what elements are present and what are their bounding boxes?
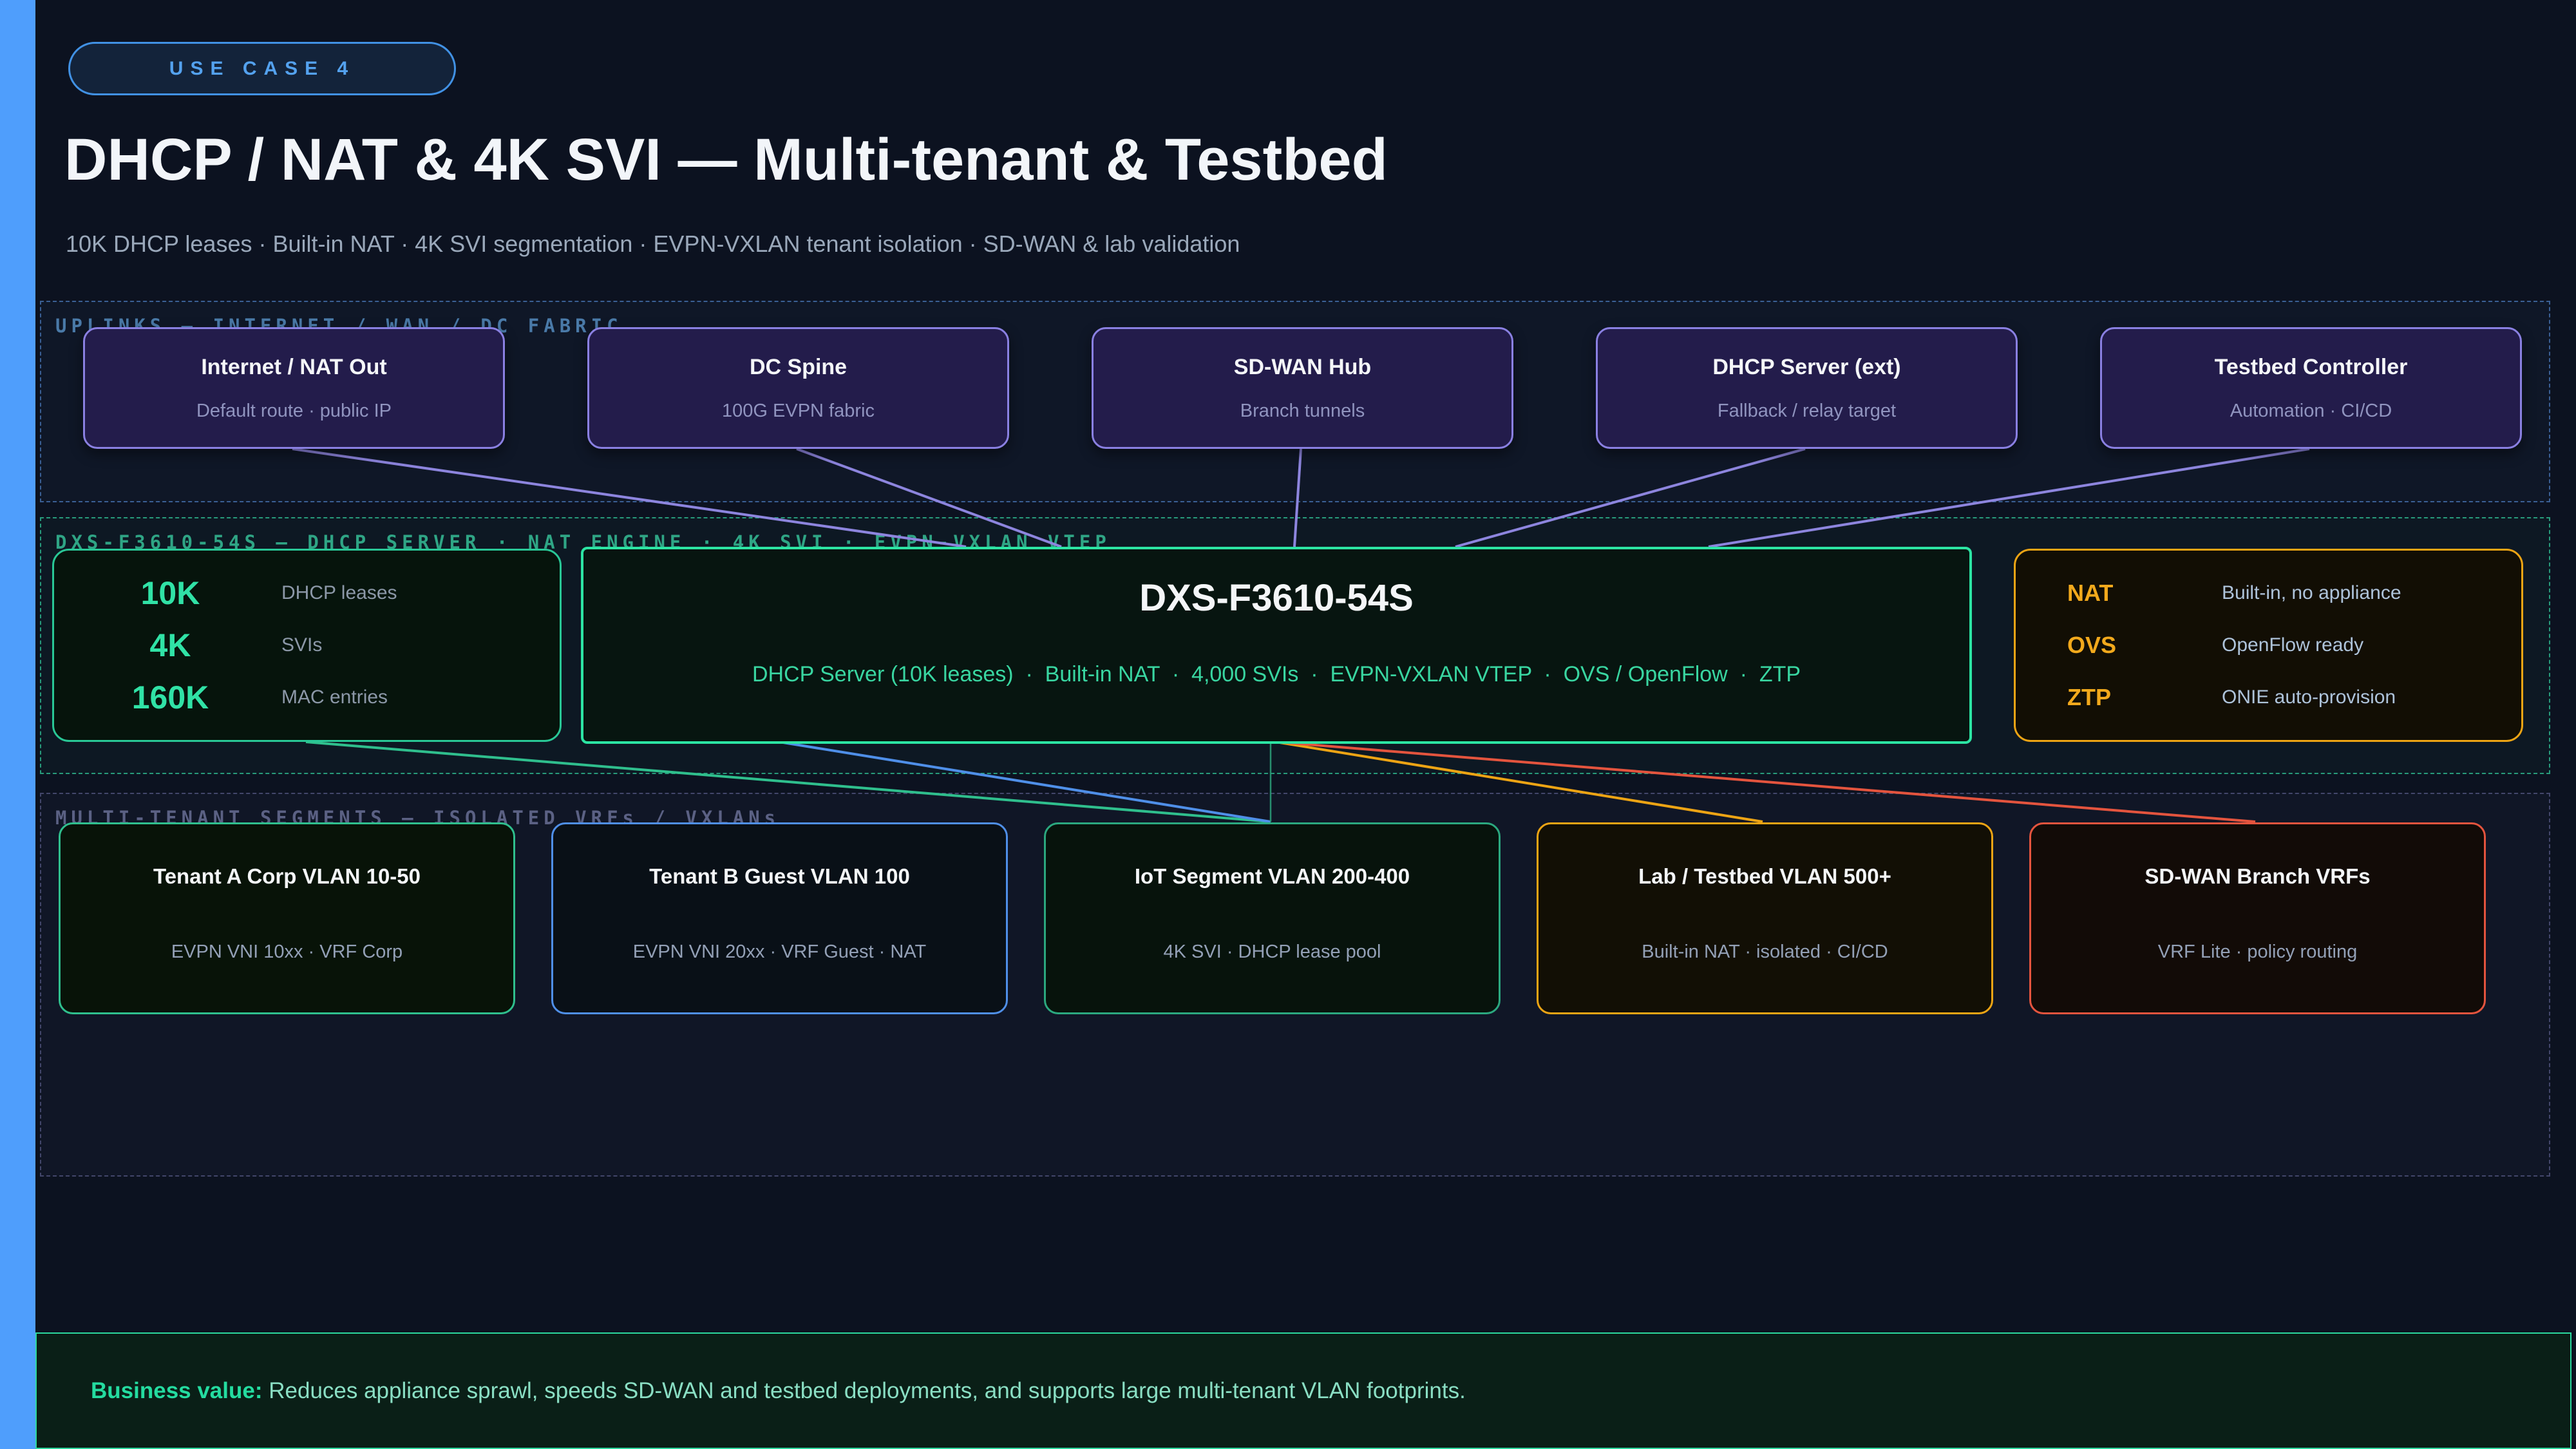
stat-value-dhcp-leases: 10K	[98, 574, 243, 612]
stat-value-mac-entries: 160K	[98, 679, 243, 716]
tenant-title: Tenant A Corp VLAN 10-50	[153, 864, 421, 889]
tenant-subtitle: 4K SVI · DHCP lease pool	[1164, 942, 1381, 963]
page-subtitle: 10K DHCP leases · Built-in NAT · 4K SVI …	[66, 231, 1240, 258]
uplink-title: Internet / NAT Out	[201, 355, 386, 380]
tenant-subtitle: Built-in NAT · isolated · CI/CD	[1642, 942, 1888, 963]
uplink-subtitle: Branch tunnels	[1240, 401, 1365, 422]
capability-desc-nat: Built-in, no appliance	[2222, 582, 2521, 604]
tenant-box-iot-segment: IoT Segment VLAN 200-400 4K SVI · DHCP l…	[1044, 822, 1501, 1014]
capability-key-ovs: OVS	[2067, 632, 2174, 659]
switch-capabilities-box: NAT Built-in, no appliance OVS OpenFlow …	[2014, 549, 2523, 742]
stat-label-mac-entries: MAC entries	[281, 687, 560, 708]
tenant-box-sdwan-branch: SD-WAN Branch VRFs VRF Lite · policy rou…	[2029, 822, 2486, 1014]
use-case-badge: USE CASE 4	[68, 42, 456, 95]
section-uplinks: UPLINKS — INTERNET / WAN / DC FABRIC Int…	[40, 301, 2550, 502]
uplink-row: Internet / NAT Out Default route · publi…	[83, 327, 2522, 449]
section-tenants: MULTI-TENANT SEGMENTS — ISOLATED VRFs / …	[40, 793, 2550, 1177]
uplink-box-sdwan-hub: SD-WAN Hub Branch tunnels	[1092, 327, 1513, 449]
uplink-title: Testbed Controller	[2215, 355, 2408, 380]
uplink-box-internet-nat-out: Internet / NAT Out Default route · publi…	[83, 327, 505, 449]
capability-desc-ovs: OpenFlow ready	[2222, 634, 2521, 656]
device-name: DXS-F3610-54S	[1139, 576, 1414, 620]
business-value-label: Business value:	[91, 1378, 263, 1404]
tenant-box-lab-testbed: Lab / Testbed VLAN 500+ Built-in NAT · i…	[1537, 822, 1993, 1014]
stat-label-dhcp-leases: DHCP leases	[281, 582, 560, 604]
capability-key-ztp: ZTP	[2067, 684, 2174, 711]
tenant-box-tenant-b: Tenant B Guest VLAN 100 EVPN VNI 20xx · …	[551, 822, 1008, 1014]
business-value-text: Reduces appliance sprawl, speeds SD-WAN …	[263, 1378, 1466, 1404]
tenant-title: SD-WAN Branch VRFs	[2145, 864, 2370, 889]
business-value-bar: Business value: Reduces appliance sprawl…	[35, 1332, 2571, 1449]
stat-value-svis: 4K	[98, 627, 243, 664]
use-case-badge-label: USE CASE 4	[169, 58, 355, 80]
uplink-box-testbed-controller: Testbed Controller Automation · CI/CD	[2100, 327, 2522, 449]
uplink-box-dhcp-server-ext: DHCP Server (ext) Fallback / relay targe…	[1596, 327, 2018, 449]
page-title: DHCP / NAT & 4K SVI — Multi-tenant & Tes…	[64, 126, 1388, 194]
tenant-title: Tenant B Guest VLAN 100	[649, 864, 910, 889]
uplink-title: DHCP Server (ext)	[1712, 355, 1900, 380]
tenant-title: IoT Segment VLAN 200-400	[1135, 864, 1410, 889]
uplink-subtitle: Default route · public IP	[196, 401, 392, 422]
switch-device-box: DXS-F3610-54S DHCP Server (10K leases) ·…	[581, 547, 1972, 744]
stat-label-svis: SVIs	[281, 634, 560, 656]
uplink-title: DC Spine	[750, 355, 847, 380]
tenant-title: Lab / Testbed VLAN 500+	[1638, 864, 1891, 889]
tenant-subtitle: EVPN VNI 20xx · VRF Guest · NAT	[633, 942, 927, 963]
section-switch: DXS-F3610-54S — DHCP SERVER · NAT ENGINE…	[40, 517, 2550, 774]
capability-key-nat: NAT	[2067, 580, 2174, 607]
uplink-box-dc-spine: DC Spine 100G EVPN fabric	[587, 327, 1009, 449]
uplink-subtitle: Fallback / relay target	[1718, 401, 1896, 422]
uplink-subtitle: 100G EVPN fabric	[722, 401, 875, 422]
capability-desc-ztp: ONIE auto-provision	[2222, 687, 2521, 708]
tenant-subtitle: EVPN VNI 10xx · VRF Corp	[171, 942, 402, 963]
uplink-title: SD-WAN Hub	[1234, 355, 1371, 380]
switch-stats-box: 10K DHCP leases 4K SVIs 160K MAC entries	[52, 549, 562, 742]
device-features: DHCP Server (10K leases) · Built-in NAT …	[752, 662, 1801, 687]
tenant-box-tenant-a: Tenant A Corp VLAN 10-50 EVPN VNI 10xx ·…	[59, 822, 515, 1014]
uplink-subtitle: Automation · CI/CD	[2230, 401, 2392, 422]
tenant-subtitle: VRF Lite · policy routing	[2158, 942, 2357, 963]
tenant-row: Tenant A Corp VLAN 10-50 EVPN VNI 10xx ·…	[59, 822, 2486, 1014]
left-accent-stripe	[0, 0, 35, 1449]
